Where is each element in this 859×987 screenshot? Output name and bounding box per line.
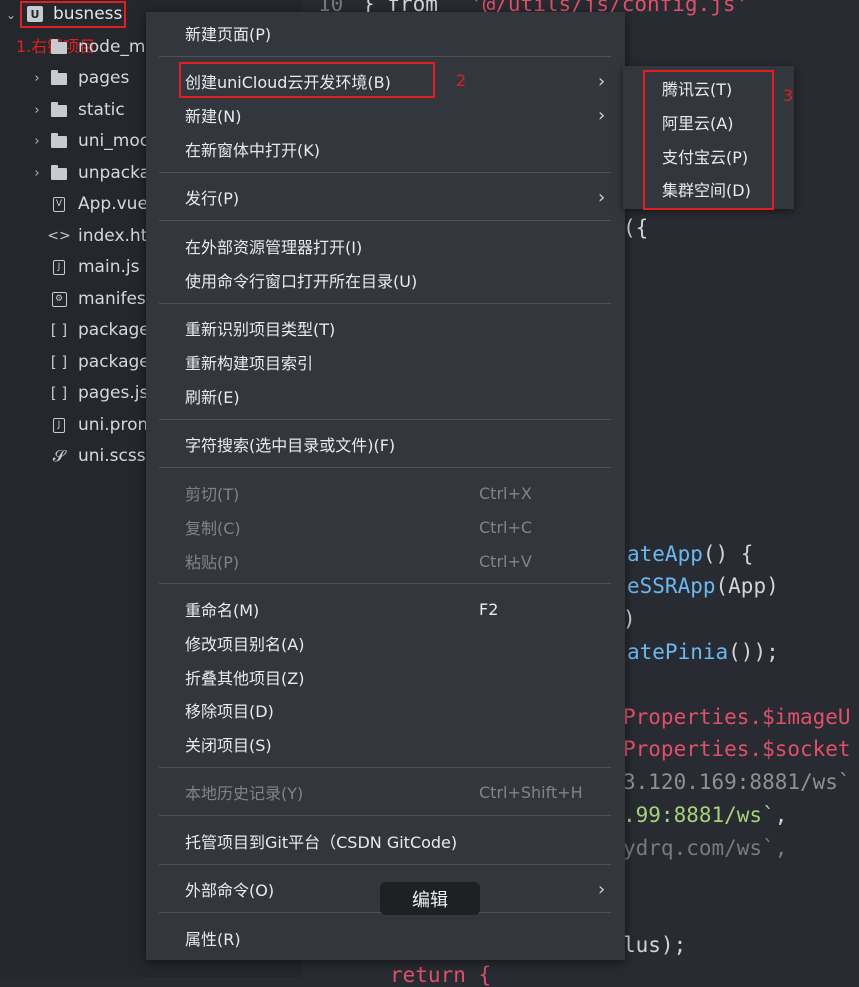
code-line: ateApp() { — [627, 542, 754, 566]
code-line: Properties.$imageU — [623, 705, 851, 729]
tree-item-label: pages.js — [78, 383, 149, 403]
js-file-icon: J — [50, 417, 68, 433]
code-line: 3.120.169:8881/ws` — [623, 770, 851, 794]
menu-item-open-in-terminal[interactable]: 使用命令行窗口打开所在目录(U) — [146, 264, 625, 296]
menu-separator — [159, 864, 611, 865]
menu-separator — [159, 419, 611, 420]
menu-item-refresh[interactable]: 刷新(E) — [146, 380, 625, 412]
tree-item-label: manifest — [78, 289, 153, 309]
folder-icon — [50, 102, 68, 117]
context-menu: 新建页面(P) 创建uniCloud云开发环境(B) › 新建(N) › 在新窗体中… — [146, 12, 625, 960]
menu-item-open-in-new-window[interactable]: 在新窗体中打开(K) — [146, 133, 625, 165]
code-line: Properties.$socket — [623, 737, 851, 761]
menu-item-remove-project[interactable]: 移除项目(D) — [146, 694, 625, 726]
menu-item-collapse-others[interactable]: 折叠其他项目(Z) — [146, 661, 625, 693]
menu-item-cut[interactable]: 剪切(T) Ctrl+X — [146, 477, 625, 509]
tree-item-label: uni_moc — [78, 131, 150, 151]
tree-item-label: index.ht — [78, 226, 148, 246]
menu-item-copy[interactable]: 复制(C) Ctrl+C — [146, 511, 625, 543]
code-line: atePinia()); — [627, 640, 779, 664]
tree-item-label: unpacka — [78, 163, 151, 183]
menu-item-local-history[interactable]: 本地历史记录(Y) Ctrl+Shift+H — [146, 776, 625, 808]
chevron-right-icon[interactable]: › — [30, 134, 44, 149]
code-line: eSSRApp(App) — [627, 574, 779, 598]
menu-item-paste[interactable]: 粘贴(P) Ctrl+V — [146, 545, 625, 577]
tree-item-label: pages — [78, 68, 130, 88]
menu-item-open-in-explorer[interactable]: 在外部资源管理器打开(I) — [146, 230, 625, 262]
menu-item-rename[interactable]: 重命名(M) F2 — [146, 593, 625, 625]
json-brackets-icon: [ ] — [50, 321, 68, 339]
chevron-right-icon: › — [598, 878, 606, 900]
annotation-step3: 3 — [783, 86, 794, 105]
menu-item-rebuild-index[interactable]: 重新构建项目索引 — [146, 346, 625, 378]
menu-separator — [159, 172, 611, 173]
js-file-icon: J — [50, 259, 68, 275]
code-line: .99:8881/ws`, — [623, 803, 788, 827]
code-line: return { — [390, 963, 492, 987]
tree-item-label: package — [78, 320, 150, 340]
code-line: ({ — [623, 216, 649, 240]
menu-separator — [159, 220, 611, 221]
annotation-step2: 2 — [456, 71, 467, 90]
folder-icon — [50, 39, 68, 54]
chevron-right-icon[interactable]: › — [30, 103, 44, 118]
tree-item-label: main.js — [78, 257, 140, 277]
vue-file-icon: V — [50, 196, 68, 212]
code-line: lus); — [623, 933, 687, 957]
menu-separator — [159, 467, 611, 468]
chevron-right-icon[interactable]: › — [30, 71, 44, 86]
json-brackets-icon: [ ] — [50, 384, 68, 402]
chevron-right-icon: › — [598, 186, 606, 208]
json-gear-icon: ⚙ — [50, 291, 68, 307]
menu-separator — [159, 56, 611, 57]
menu-item-edit-alias[interactable]: 修改项目别名(A) — [146, 627, 625, 659]
folder-icon — [50, 70, 68, 85]
annotation-box-step1 — [20, 1, 126, 28]
json-brackets-icon: [ ] — [50, 353, 68, 371]
tree-item-label: static — [78, 100, 125, 120]
html-file-icon: <> — [47, 228, 71, 244]
annotation-box-step2 — [179, 62, 435, 98]
tree-item-label: uni.scss — [78, 446, 146, 466]
tree-item-label: uni.prom — [78, 415, 155, 435]
tree-item-label: package — [78, 352, 150, 372]
menu-item-new[interactable]: 新建(N) › — [146, 99, 625, 131]
menu-item-publish[interactable]: 发行(P) › — [146, 181, 625, 213]
tree-item-label: App.vue — [78, 194, 148, 214]
menu-item-reidentify-project[interactable]: 重新识别项目类型(T) — [146, 312, 625, 344]
chevron-right-icon: › — [598, 70, 606, 92]
menu-separator — [159, 815, 611, 816]
edit-tooltip: 编辑 — [380, 882, 480, 915]
tree-item-label: node_m — [78, 37, 146, 57]
menu-separator — [159, 303, 611, 304]
menu-item-host-on-git[interactable]: 托管项目到Git平台（CSDN GitCode) — [146, 825, 625, 857]
folder-icon — [50, 133, 68, 148]
folder-icon — [50, 165, 68, 180]
chevron-right-icon: › — [598, 104, 606, 126]
code-line: ydrq.com/ws`, — [623, 836, 788, 860]
chevron-right-icon[interactable]: › — [30, 166, 44, 181]
menu-item-close-project[interactable]: 关闭项目(S) — [146, 728, 625, 760]
menu-item-properties[interactable]: 属性(R) — [146, 922, 625, 954]
chevron-down-icon[interactable]: ⌄ — [6, 8, 18, 22]
annotation-box-step3 — [643, 70, 774, 210]
menu-item-new-page[interactable]: 新建页面(P) — [146, 17, 625, 49]
menu-separator — [159, 767, 611, 768]
scss-file-icon: 𝓢 — [52, 446, 66, 465]
menu-separator — [159, 583, 611, 584]
menu-item-text-search[interactable]: 字符搜索(选中目录或文件)(F) — [146, 428, 625, 460]
